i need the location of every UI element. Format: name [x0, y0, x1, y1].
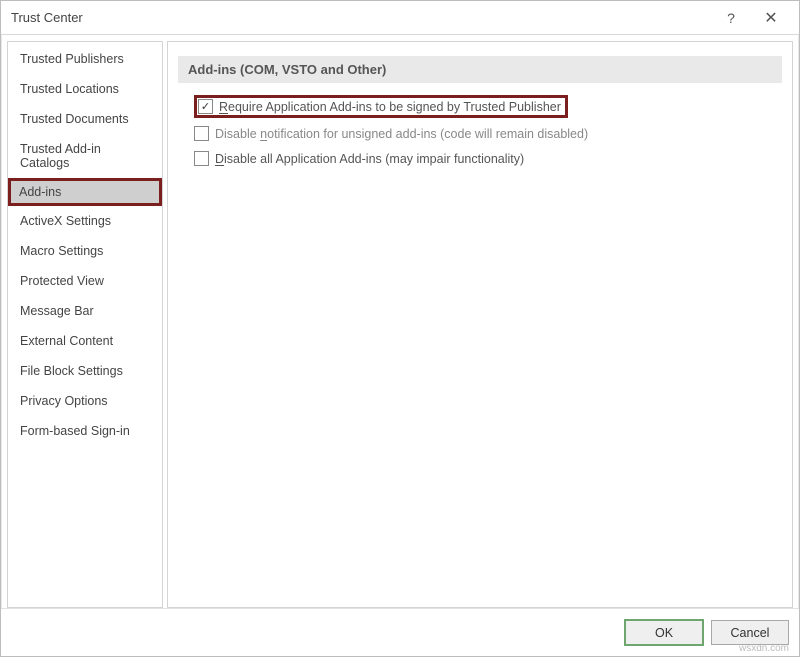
option-disable-notification-label: Disable notification for unsigned add-in… [215, 127, 588, 141]
option-disable-all[interactable]: Disable all Application Add-ins (may imp… [194, 151, 766, 166]
sidebar: Trusted Publishers Trusted Locations Tru… [7, 41, 163, 608]
sidebar-item-file-block-settings[interactable]: File Block Settings [8, 356, 162, 386]
sidebar-item-protected-view[interactable]: Protected View [8, 266, 162, 296]
sidebar-item-external-content[interactable]: External Content [8, 326, 162, 356]
checkbox-disable-notification[interactable] [194, 126, 209, 141]
help-button[interactable]: ? [711, 3, 751, 33]
sidebar-item-form-based-signin[interactable]: Form-based Sign-in [8, 416, 162, 446]
option-disable-all-label: Disable all Application Add-ins (may imp… [215, 152, 524, 166]
options-group: Require Application Add-ins to be signed… [178, 95, 782, 166]
option-disable-notification[interactable]: Disable notification for unsigned add-in… [194, 126, 766, 141]
sidebar-item-trusted-addin-catalogs[interactable]: Trusted Add-in Catalogs [8, 134, 162, 178]
sidebar-item-trusted-locations[interactable]: Trusted Locations [8, 74, 162, 104]
titlebar: Trust Center ? ✕ [1, 1, 799, 35]
sidebar-item-add-ins[interactable]: Add-ins [8, 178, 162, 206]
cancel-button[interactable]: Cancel [711, 620, 789, 645]
sidebar-item-macro-settings[interactable]: Macro Settings [8, 236, 162, 266]
option-require-signed-label: Require Application Add-ins to be signed… [219, 100, 561, 114]
trust-center-dialog: Trust Center ? ✕ Trusted Publishers Trus… [0, 0, 800, 657]
sidebar-item-activex-settings[interactable]: ActiveX Settings [8, 206, 162, 236]
content-pane: Add-ins (COM, VSTO and Other) Require Ap… [167, 41, 793, 608]
ok-button[interactable]: OK [625, 620, 703, 645]
sidebar-item-trusted-documents[interactable]: Trusted Documents [8, 104, 162, 134]
section-title: Add-ins (COM, VSTO and Other) [178, 56, 782, 83]
checkbox-require-signed[interactable] [198, 99, 213, 114]
window-title: Trust Center [11, 10, 711, 25]
checkbox-disable-all[interactable] [194, 151, 209, 166]
close-button[interactable]: ✕ [751, 3, 791, 33]
sidebar-item-trusted-publishers[interactable]: Trusted Publishers [8, 44, 162, 74]
sidebar-item-message-bar[interactable]: Message Bar [8, 296, 162, 326]
dialog-body: Trusted Publishers Trusted Locations Tru… [1, 35, 799, 608]
option-require-signed[interactable]: Require Application Add-ins to be signed… [194, 95, 568, 118]
footer: OK Cancel wsxdn.com [1, 608, 799, 656]
sidebar-item-privacy-options[interactable]: Privacy Options [8, 386, 162, 416]
